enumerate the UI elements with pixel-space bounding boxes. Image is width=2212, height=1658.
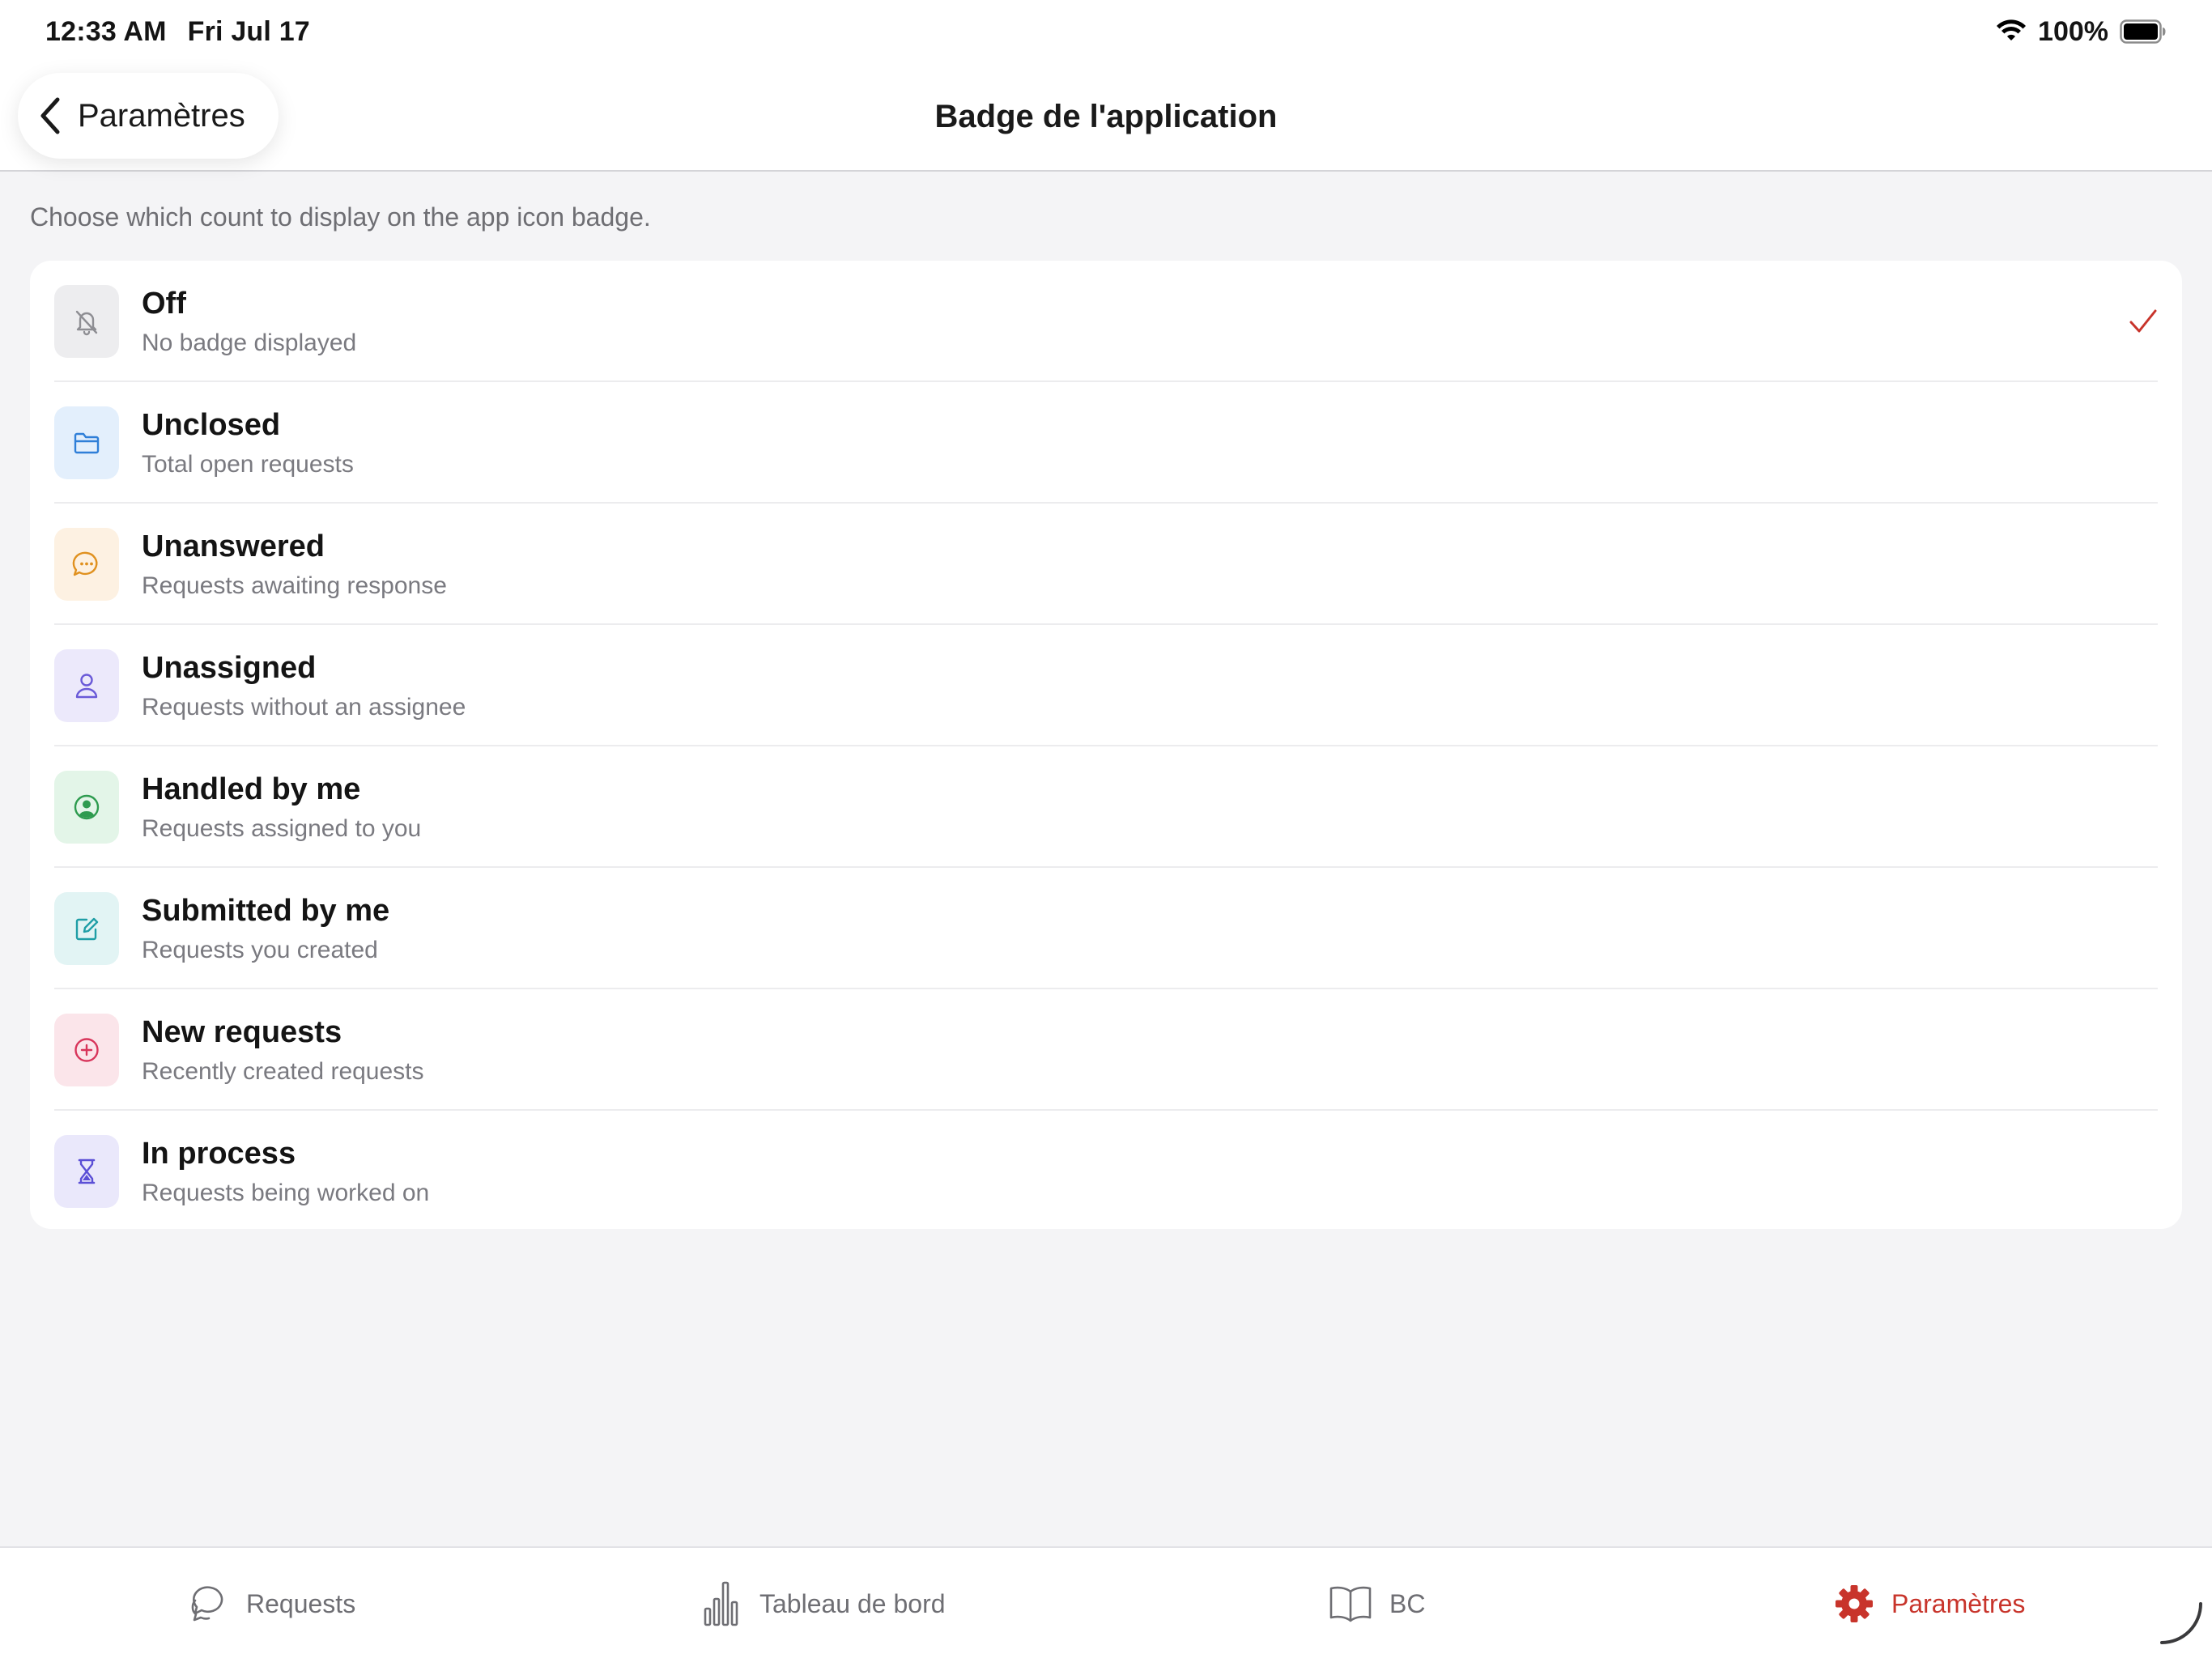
option-text: Unanswered Requests awaiting response (142, 529, 447, 600)
chat-bubble-icon (54, 528, 119, 601)
option-text: Unclosed Total open requests (142, 408, 354, 478)
option-title: Off (142, 286, 186, 321)
option-title: Unassigned (142, 650, 317, 685)
tab-requests[interactable]: Requests (188, 1575, 355, 1632)
battery-percent: 100% (2038, 15, 2108, 47)
option-text: Off No badge displayed (142, 287, 356, 357)
checkmark-icon (2129, 308, 2158, 334)
back-button[interactable]: Paramètres (18, 73, 279, 159)
option-text: Submitted by me Requests you created (142, 894, 389, 964)
hourglass-icon (54, 1135, 119, 1208)
status-left: 12:33 AM Fri Jul 17 (45, 16, 310, 48)
status-right: 100% (1996, 16, 2167, 48)
option-unassigned[interactable]: Unassigned Requests without an assignee (54, 625, 2182, 746)
tab-bc[interactable]: BC (1328, 1575, 1425, 1632)
chat-bubbles-icon (188, 1583, 230, 1625)
resize-corner-icon (2157, 1599, 2206, 1652)
navigation-bar: Badge de l'application Paramètres (0, 63, 2212, 172)
status-date: Fri Jul 17 (187, 15, 310, 47)
option-title: Handled by me (142, 772, 361, 806)
option-text: Unassigned Requests without an assignee (142, 651, 466, 721)
option-handled-by-me[interactable]: Handled by me Requests assigned to you (54, 746, 2182, 868)
option-text: New requests Recently created requests (142, 1015, 424, 1086)
option-unclosed[interactable]: Unclosed Total open requests (54, 382, 2182, 504)
option-in-process[interactable]: In process Requests being worked on (54, 1111, 2182, 1232)
tab-label: Tableau de bord (759, 1588, 946, 1618)
option-title: Submitted by me (142, 893, 390, 928)
tab-label: BC (1389, 1588, 1426, 1618)
option-title: Unanswered (142, 529, 325, 563)
person-circle-icon (54, 771, 119, 844)
badge-options-list: Off No badge displayed Unclosed Total op… (30, 261, 2182, 1229)
option-submitted-by-me[interactable]: Submitted by me Requests you created (54, 868, 2182, 989)
tab-label: Requests (246, 1588, 356, 1618)
battery-icon (2120, 19, 2167, 44)
book-icon (1328, 1584, 1373, 1624)
plus-circle-icon (54, 1014, 119, 1086)
tab-label: Paramètres (1891, 1588, 2026, 1618)
back-label: Paramètres (78, 97, 245, 134)
option-text: In process Requests being worked on (142, 1137, 429, 1207)
section-description: Choose which count to display on the app… (30, 202, 651, 232)
option-unanswered[interactable]: Unanswered Requests awaiting response (54, 504, 2182, 625)
gear-icon (1833, 1583, 1875, 1625)
person-icon (54, 649, 119, 722)
option-off[interactable]: Off No badge displayed (54, 261, 2182, 382)
option-title: Unclosed (142, 407, 281, 442)
option-subtitle: Requests assigned to you (142, 814, 422, 842)
option-title: In process (142, 1136, 296, 1171)
folder-icon (54, 406, 119, 479)
option-subtitle: Recently created requests (142, 1057, 424, 1085)
bar-chart-icon (703, 1579, 743, 1628)
wifi-icon (1996, 19, 2027, 44)
option-subtitle: No badge displayed (142, 329, 357, 356)
option-text: Handled by me Requests assigned to you (142, 772, 421, 843)
option-subtitle: Requests without an assignee (142, 693, 466, 721)
page-title: Badge de l'application (934, 98, 1278, 134)
option-subtitle: Requests being worked on (142, 1179, 430, 1206)
option-title: New requests (142, 1014, 342, 1049)
bell-off-icon (54, 285, 119, 358)
option-subtitle: Requests awaiting response (142, 572, 447, 599)
tab-dashboard[interactable]: Tableau de bord (703, 1575, 946, 1632)
tab-settings[interactable]: Paramètres (1833, 1575, 2025, 1632)
chevron-left-icon (39, 96, 62, 135)
option-subtitle: Requests you created (142, 936, 378, 963)
option-subtitle: Total open requests (142, 450, 354, 478)
status-time: 12:33 AM (45, 15, 167, 47)
option-new-requests[interactable]: New requests Recently created requests (54, 989, 2182, 1111)
status-bar: 12:33 AM Fri Jul 17 100% (0, 0, 2212, 63)
edit-square-icon (54, 892, 119, 965)
tab-bar: Requests Tableau de bord BC Paramètres (0, 1546, 2212, 1658)
